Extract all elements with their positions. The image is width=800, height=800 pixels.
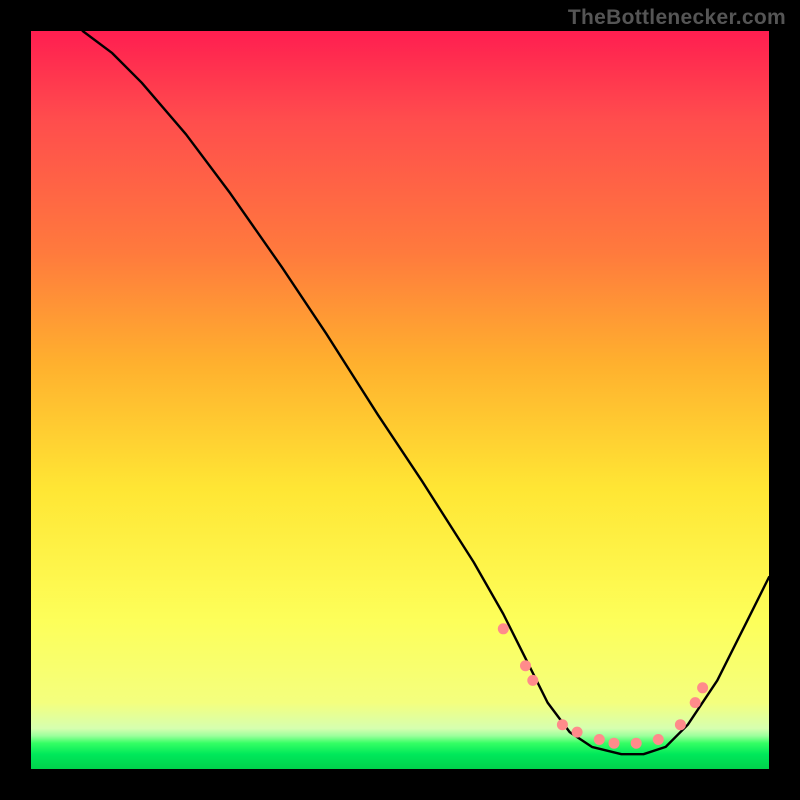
marker-dot xyxy=(690,697,701,708)
marker-dot xyxy=(572,727,583,738)
marker-dot xyxy=(653,734,664,745)
bottleneck-curve xyxy=(83,31,769,754)
marker-dot xyxy=(675,719,686,730)
marker-dot xyxy=(557,719,568,730)
marker-dot xyxy=(609,738,620,749)
marker-dot xyxy=(697,682,708,693)
marker-dot xyxy=(498,623,509,634)
chart-frame: TheBottlenecker.com xyxy=(0,0,800,800)
marker-dot xyxy=(631,738,642,749)
marker-dot xyxy=(594,734,605,745)
watermark: TheBottlenecker.com xyxy=(568,6,786,30)
plot-area xyxy=(31,31,769,769)
marker-group xyxy=(498,623,708,748)
marker-dot xyxy=(527,675,538,686)
marker-dot xyxy=(520,660,531,671)
curve-layer xyxy=(31,31,769,769)
